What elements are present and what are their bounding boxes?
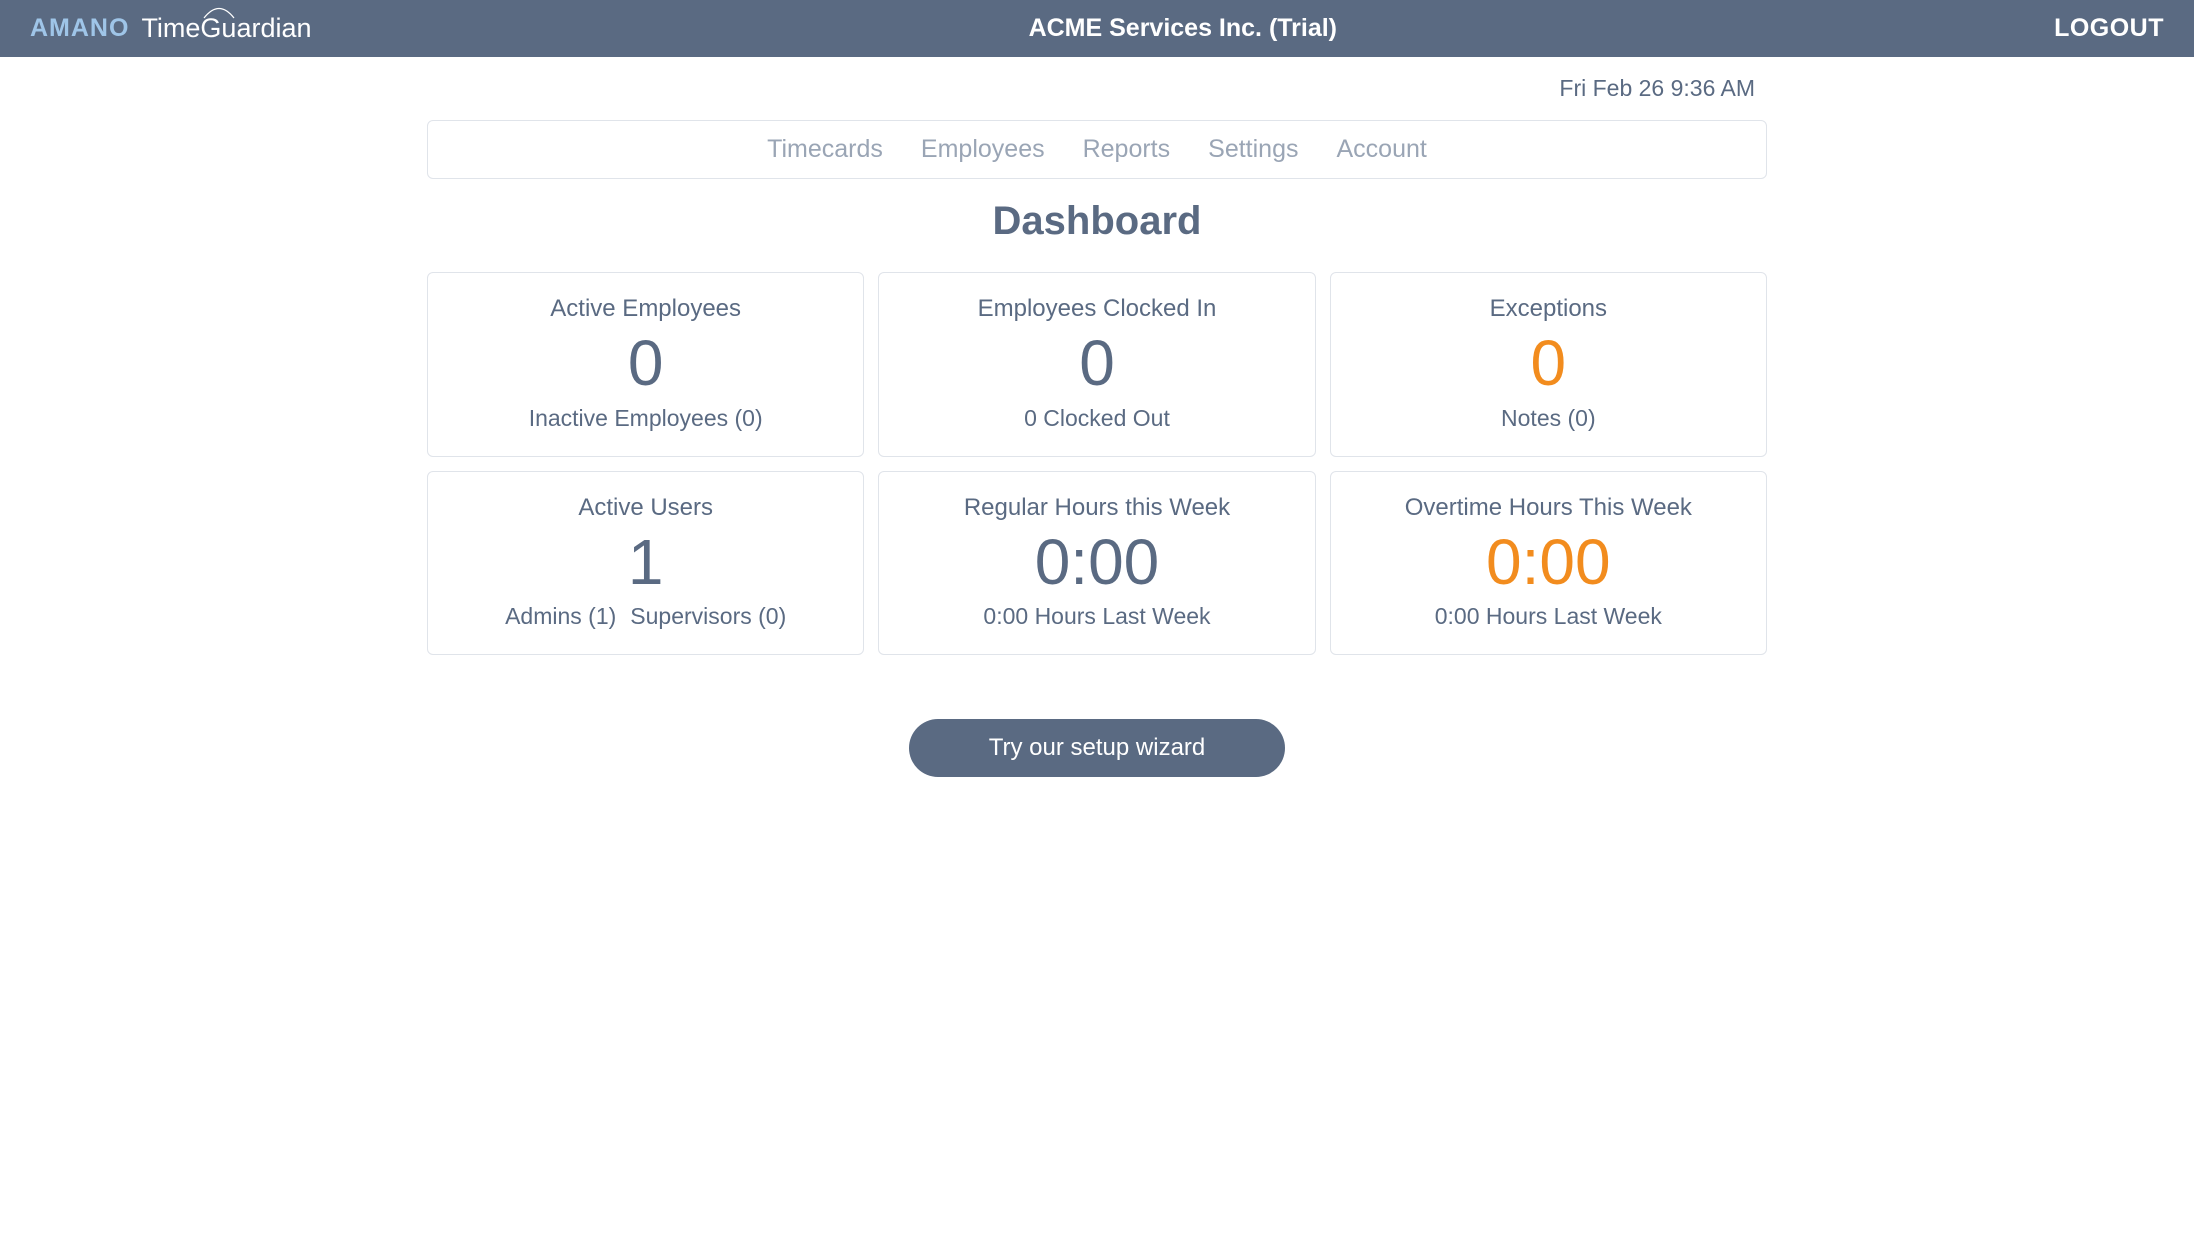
card-value: 0 <box>438 327 853 401</box>
logout-button[interactable]: LOGOUT <box>2054 14 2164 43</box>
card-sub: Notes (0) <box>1341 405 1756 432</box>
card-title: Overtime Hours This Week <box>1341 494 1756 522</box>
dashboard-cards: Active Employees 0 Inactive Employees (0… <box>427 272 1767 655</box>
card-sub-supervisors: Supervisors (0) <box>630 603 786 630</box>
company-title: ACME Services Inc. (Trial) <box>1029 14 1337 43</box>
logo-group: AMANO TimeGuardian <box>30 13 312 44</box>
nav-item-account[interactable]: Account <box>1336 135 1426 164</box>
card-active-employees[interactable]: Active Employees 0 Inactive Employees (0… <box>427 272 864 457</box>
datetime-display: Fri Feb 26 9:36 AM <box>427 57 1767 120</box>
nav-item-settings[interactable]: Settings <box>1208 135 1298 164</box>
logo-brand: AMANO <box>30 14 129 43</box>
card-active-users[interactable]: Active Users 1 Admins (1) Supervisors (0… <box>427 471 864 656</box>
setup-wizard-button[interactable]: Try our setup wizard <box>909 719 1286 777</box>
card-value: 0 <box>1341 327 1756 401</box>
logo-arc-icon <box>203 5 235 19</box>
card-sub: Inactive Employees (0) <box>438 405 853 432</box>
card-regular-hours[interactable]: Regular Hours this Week 0:00 0:00 Hours … <box>878 471 1315 656</box>
nav-item-employees[interactable]: Employees <box>921 135 1045 164</box>
card-sub: 0:00 Hours Last Week <box>889 603 1304 630</box>
card-employees-clocked-in[interactable]: Employees Clocked In 0 0 Clocked Out <box>878 272 1315 457</box>
card-value: 0 <box>889 327 1304 401</box>
card-sub: 0:00 Hours Last Week <box>1341 603 1756 630</box>
card-exceptions[interactable]: Exceptions 0 Notes (0) <box>1330 272 1767 457</box>
card-title: Employees Clocked In <box>889 295 1304 323</box>
card-title: Active Employees <box>438 295 853 323</box>
card-sub-admins: Admins (1) <box>505 603 616 630</box>
card-value: 0:00 <box>889 526 1304 600</box>
card-title: Active Users <box>438 494 853 522</box>
card-value: 0:00 <box>1341 526 1756 600</box>
card-value: 1 <box>438 526 853 600</box>
page-title: Dashboard <box>427 199 1767 244</box>
card-overtime-hours[interactable]: Overtime Hours This Week 0:00 0:00 Hours… <box>1330 471 1767 656</box>
wizard-wrap: Try our setup wizard <box>427 669 1767 777</box>
logo-product: TimeGuardian <box>141 13 311 44</box>
nav-item-timecards[interactable]: Timecards <box>767 135 883 164</box>
card-sub-group: Admins (1) Supervisors (0) <box>438 603 853 630</box>
card-title: Regular Hours this Week <box>889 494 1304 522</box>
nav-bar: Timecards Employees Reports Settings Acc… <box>427 120 1767 179</box>
card-title: Exceptions <box>1341 295 1756 323</box>
card-sub: 0 Clocked Out <box>889 405 1304 432</box>
content-area: Fri Feb 26 9:36 AM Timecards Employees R… <box>397 57 1797 777</box>
app-header: AMANO TimeGuardian ACME Services Inc. (T… <box>0 0 2194 57</box>
nav-item-reports[interactable]: Reports <box>1083 135 1171 164</box>
